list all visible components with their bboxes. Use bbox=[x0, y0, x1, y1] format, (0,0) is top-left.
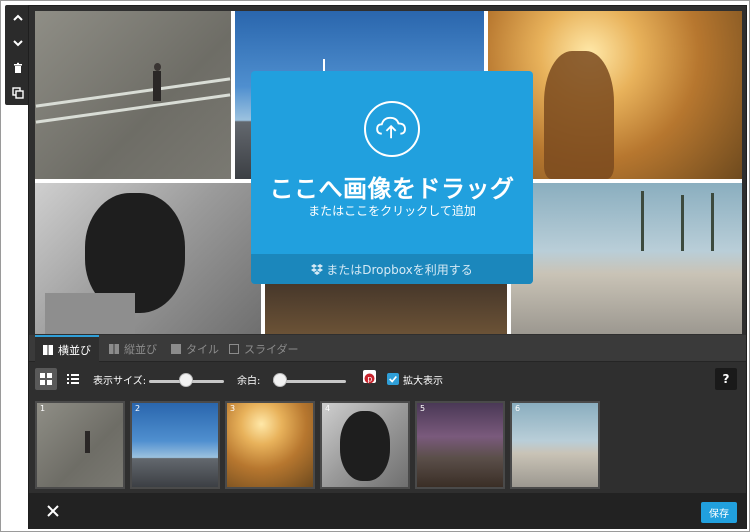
svg-text:p: p bbox=[367, 375, 372, 384]
dropzone-title: ここへ画像をドラッグ bbox=[269, 176, 515, 203]
close-button[interactable] bbox=[44, 502, 62, 520]
footer-bar: 保存 bbox=[29, 493, 746, 529]
delete-button[interactable] bbox=[5, 55, 30, 80]
grid-icon bbox=[43, 344, 53, 355]
tab-vertical[interactable]: 縦並び bbox=[101, 335, 165, 362]
save-button[interactable]: 保存 bbox=[701, 502, 737, 523]
dropbox-label: またはDropboxを利用する bbox=[326, 262, 473, 277]
thumbnail[interactable]: 1 bbox=[35, 401, 125, 489]
thumbnail-number: 6 bbox=[515, 404, 521, 413]
gallery-preview[interactable]: ここへ画像をドラッグ またはここをクリックして追加 またはDropboxを利用す… bbox=[35, 11, 742, 334]
thumbnail[interactable]: 4 bbox=[320, 401, 410, 489]
thumbnail[interactable]: 2 bbox=[130, 401, 220, 489]
thumbnail-number: 1 bbox=[40, 404, 46, 413]
tab-slider[interactable]: スライダー bbox=[221, 335, 307, 362]
grid-icon bbox=[109, 343, 119, 354]
move-up-button[interactable] bbox=[5, 5, 30, 30]
photo-bulldog bbox=[35, 183, 261, 334]
help-button[interactable]: ? bbox=[715, 368, 737, 390]
gallery-editor: ここへ画像をドラッグ またはここをクリックして追加 またはDropboxを利用す… bbox=[28, 5, 747, 529]
check-icon bbox=[389, 375, 397, 383]
upload-dropzone[interactable]: ここへ画像をドラッグ またはここをクリックして追加 またはDropboxを利用す… bbox=[251, 71, 533, 284]
photo-skatepark bbox=[511, 183, 742, 334]
thumbnail-number: 4 bbox=[325, 404, 331, 413]
tile-icon bbox=[171, 343, 181, 354]
tab-label: 横並び bbox=[58, 343, 91, 357]
copy-icon bbox=[11, 86, 24, 99]
thumbnail[interactable]: 3 bbox=[225, 401, 315, 489]
grid-view-button[interactable] bbox=[35, 368, 57, 390]
block-toolbar bbox=[5, 5, 30, 105]
grid-icon bbox=[40, 373, 52, 385]
dropbox-button[interactable]: またはDropboxを利用する bbox=[251, 254, 533, 284]
display-size-knob[interactable] bbox=[179, 373, 193, 387]
tab-tile[interactable]: タイル bbox=[163, 335, 227, 362]
thumbnail[interactable]: 5 bbox=[415, 401, 505, 489]
photo-street-man bbox=[35, 11, 231, 179]
zoom-checkbox[interactable] bbox=[387, 373, 399, 385]
tab-label: スライダー bbox=[244, 342, 299, 356]
duplicate-button[interactable] bbox=[5, 80, 30, 105]
app-frame: ここへ画像をドラッグ またはここをクリックして追加 またはDropboxを利用す… bbox=[0, 0, 750, 532]
thumbnail-number: 5 bbox=[420, 404, 426, 413]
cloud-upload-icon bbox=[364, 101, 420, 157]
pinterest-icon[interactable]: p bbox=[363, 370, 376, 384]
slider-icon bbox=[229, 343, 239, 354]
dropbox-icon bbox=[311, 264, 324, 275]
tab-label: 縦並び bbox=[124, 342, 157, 356]
move-down-button[interactable] bbox=[5, 30, 30, 55]
margin-label: 余白: bbox=[237, 376, 261, 387]
thumbnail-number: 2 bbox=[135, 404, 141, 413]
thumbnail[interactable]: 6 bbox=[510, 401, 600, 489]
list-view-button[interactable] bbox=[62, 368, 84, 390]
chevron-down-icon bbox=[12, 39, 23, 46]
layout-tabs: 横並び 縦並び タイル スライダー bbox=[29, 335, 746, 362]
gallery-options: 表示サイズ: 余白: p 拡大表示 ? bbox=[29, 363, 746, 395]
zoom-label: 拡大表示 bbox=[403, 376, 443, 387]
dropzone-subtitle[interactable]: またはここをクリックして追加 bbox=[251, 202, 533, 219]
chevron-up-icon bbox=[12, 14, 23, 21]
display-size-label: 表示サイズ: bbox=[93, 376, 147, 387]
margin-knob[interactable] bbox=[273, 373, 287, 387]
list-icon bbox=[67, 374, 79, 384]
thumbnail-number: 3 bbox=[230, 404, 236, 413]
tab-horizontal[interactable]: 横並び bbox=[35, 335, 99, 362]
trash-icon bbox=[13, 62, 22, 73]
thumbnail-strip: 1 2 3 4 5 6 bbox=[29, 397, 746, 493]
tab-label: タイル bbox=[186, 342, 219, 356]
close-icon bbox=[47, 505, 59, 517]
